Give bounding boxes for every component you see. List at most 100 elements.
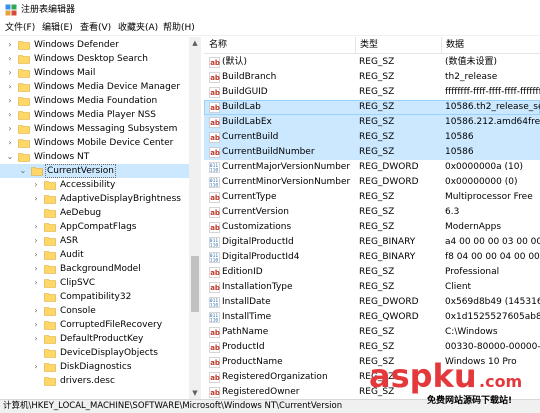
tree-item[interactable]: Compatibility32 [0,290,189,304]
chevron-down-icon[interactable]: ⌄ [5,151,15,163]
svg-text:ab: ab [210,104,220,112]
tree-item[interactable]: › Windows Mail [0,66,189,80]
chevron-right-icon[interactable]: › [5,109,15,121]
value-row[interactable]: 011 110 CurrentMinorVersionNumber REG_DWORD… [204,175,540,190]
values-list[interactable]: 名称 类型 数据 ab (默认) REG_SZ (数值未设置) ab BuildBranc… [204,37,540,399]
tree-item-label: Audit [60,250,84,260]
tree-item[interactable]: › ClipSVC [0,276,189,290]
value-row[interactable]: ab BuildGUID REG_SZ ffffffff-ffff-ffff-ffff… [204,85,540,100]
folder-icon [18,111,30,120]
tree-item[interactable]: › CorruptedFileRecovery [0,318,189,332]
value-row[interactable]: 011 110 InstallTime REG_QWORD 0x1d1525527605… [204,310,540,325]
folder-icon [18,69,30,78]
folder-icon [44,251,56,260]
column-data-header[interactable]: 数据 [441,37,464,54]
tree-item[interactable]: › DefaultProductKey [0,332,189,346]
chevron-right-icon[interactable]: › [31,333,41,345]
tree-item[interactable]: ⌄ CurrentVersion [0,164,189,178]
folder-icon [44,265,56,274]
value-row[interactable]: ab InstallationType REG_SZ Client [204,280,540,295]
chevron-right-icon[interactable]: › [5,95,15,107]
value-row[interactable]: 011 110 InstallDate REG_DWORD 0x569d8b49 (14… [204,295,540,310]
value-name: InstallationType [222,282,293,292]
tree-item[interactable]: › Windows Media Player NSS [0,108,189,122]
value-row[interactable]: ab Customizations REG_SZ ModernApps [204,220,540,235]
scroll-down-icon[interactable]: ▼ [189,387,201,399]
value-row[interactable]: 011 110 DigitalProductId REG_BINARY a4 00 00… [204,235,540,250]
value-row[interactable]: ab CurrentBuild REG_SZ 10586 [204,130,540,145]
chevron-right-icon[interactable]: › [5,39,15,51]
chevron-right-icon[interactable]: › [31,305,41,317]
chevron-right-icon[interactable]: › [31,249,41,261]
value-row[interactable]: ab (默认) REG_SZ (数值未设置) [204,55,540,70]
menu-edit[interactable]: 编辑(E) [42,22,73,34]
value-type: REG_SZ [359,282,395,292]
value-row[interactable]: abProductId REG_SZ 00330-80000-00000-AA [204,340,540,355]
tree-scrollbar[interactable]: ▲ ▼ [189,37,201,399]
chevron-right-icon[interactable]: › [5,81,15,93]
tree-item[interactable]: › Audit [0,248,189,262]
menu-file[interactable]: 文件(F) [5,22,35,34]
tree-item[interactable]: ⌄ Windows NT [0,150,189,164]
value-row[interactable]: ab RegisteredOrganization REG_SZ [204,370,540,385]
tree-item[interactable]: › Accessibility [0,178,189,192]
tree-item[interactable]: DeviceDisplayObjects [0,346,189,360]
tree-item[interactable]: › Windows Defender [0,38,189,52]
chevron-right-icon[interactable]: › [5,137,15,149]
window-title: 注册表编辑器 [21,5,76,15]
folder-icon [44,181,56,190]
value-row[interactable]: ab ProductName REG_SZ Windows 10 Pro [204,355,540,370]
menu-view[interactable]: 查看(V) [80,22,111,34]
tree-item[interactable]: › DiskDiagnostics [0,360,189,374]
chevron-right-icon[interactable]: › [5,67,15,79]
chevron-right-icon[interactable]: › [5,53,15,65]
tree-item[interactable]: › Windows Media Device Manager [0,80,189,94]
value-type: REG_SZ [359,267,395,277]
tree-item[interactable]: › Windows Media Foundation [0,94,189,108]
value-row[interactable]: ab CurrentType REG_SZ Multiprocessor Free [204,190,540,205]
key-tree[interactable]: › Windows Defender › Windows Desktop Search… [0,37,201,399]
value-name: EditionID [222,267,263,277]
column-type-header[interactable]: 类型 [355,37,378,54]
tree-item[interactable]: AeDebug [0,206,189,220]
tree-item[interactable]: drivers.desc [0,374,189,388]
value-type: REG_SZ [359,72,395,82]
scroll-thumb[interactable] [191,256,199,312]
value-row[interactable]: ab CurrentVersion REG_SZ 6.3 [204,205,540,220]
string-value-icon: ab [209,387,220,398]
chevron-right-icon[interactable]: › [31,319,41,331]
menu-favorites[interactable]: 收藏夹(A) [118,22,158,34]
tree-item[interactable]: › AdaptiveDisplayBrightness [0,192,189,206]
value-row[interactable]: abBuildLab REG_SZ 10586.th2_release_sec.16… [204,100,540,115]
tree-item-label: CorruptedFileRecovery [60,320,163,330]
value-row[interactable]: ab PathName REG_SZ C:\Windows [204,325,540,340]
chevron-right-icon[interactable]: › [31,193,41,205]
scroll-up-icon[interactable]: ▲ [189,37,201,49]
chevron-right-icon[interactable]: › [31,263,41,275]
value-type: REG_BINARY [359,237,416,247]
value-data: 0x569d8b49 (1453165385) [445,297,540,307]
tree-item[interactable]: › BackgroundModel [0,262,189,276]
tree-item[interactable]: › Console [0,304,189,318]
value-row[interactable]: 011 110 DigitalProductId4 REG_BINARY f8 04 0… [204,250,540,265]
chevron-right-icon[interactable]: › [5,123,15,135]
menu-help[interactable]: 帮助(H) [163,22,195,34]
chevron-right-icon[interactable]: › [31,221,41,233]
chevron-right-icon[interactable]: › [31,235,41,247]
tree-item[interactable]: › Windows Desktop Search [0,52,189,66]
chevron-right-icon[interactable]: › [31,361,41,373]
chevron-right-icon[interactable]: › [31,179,41,191]
tree-item[interactable]: › Windows Mobile Device Center [0,136,189,150]
tree-item-label: drivers.desc [60,376,115,386]
value-row[interactable]: 011 110 CurrentMajorVersionNumber REG_DWORD… [204,160,540,175]
chevron-right-icon[interactable]: › [31,277,41,289]
tree-item[interactable]: › Windows Messaging Subsystem [0,122,189,136]
column-name-header[interactable]: 名称 [204,37,227,54]
value-row[interactable]: abBuildLabEx REG_SZ 10586.212.amd64fre.th2… [204,115,540,130]
value-row[interactable]: ab CurrentBuildNumber REG_SZ 10586 [204,145,540,160]
value-row[interactable]: ab EditionID REG_SZ Professional [204,265,540,280]
tree-item[interactable]: › ASR [0,234,189,248]
tree-item[interactable]: › AppCompatFlags [0,220,189,234]
value-row[interactable]: ab BuildBranch REG_SZ th2_release [204,70,540,85]
chevron-down-icon[interactable]: ⌄ [18,165,28,177]
